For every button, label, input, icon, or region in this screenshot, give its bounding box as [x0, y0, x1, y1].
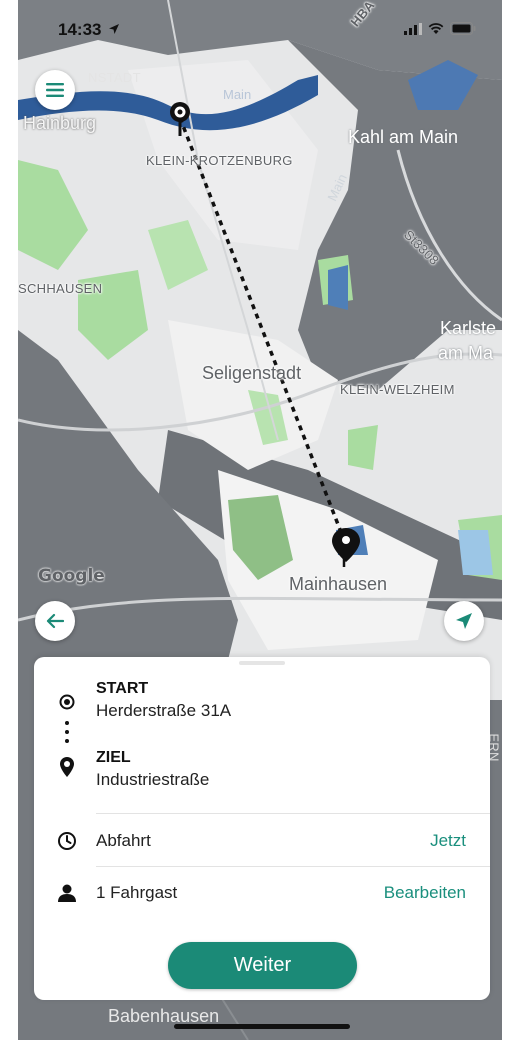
end-title: ZIEL: [96, 749, 131, 766]
app-screen: NSTADT Hainburg Main Kahl am Main KLEIN-…: [18, 0, 502, 1040]
home-indicator[interactable]: [174, 1024, 350, 1029]
departure-value-button[interactable]: Jetzt: [430, 831, 466, 851]
signal-icon: [404, 22, 422, 35]
back-button[interactable]: [35, 601, 75, 641]
location-pin-icon: [60, 757, 74, 777]
map-label-main-river: Main: [223, 87, 252, 102]
status-time: 14:33: [58, 20, 120, 40]
end-address[interactable]: Industriestraße: [96, 770, 209, 790]
passengers-label: 1 Fahrgast: [96, 883, 178, 902]
map-label-schhausen: SCHHAUSEN: [18, 281, 103, 296]
map-label-mainhausen: Mainhausen: [289, 574, 388, 594]
map-label-nstadt: NSTADT: [88, 70, 141, 85]
divider: [96, 813, 490, 814]
status-bar: 14:33: [18, 0, 502, 44]
map-label-karlste: Karlste: [440, 318, 497, 338]
map-label-hainburg: Hainburg: [23, 113, 97, 133]
wifi-icon: [428, 22, 444, 34]
arrow-left-icon: [46, 613, 64, 629]
departure-label: Abfahrt: [96, 831, 151, 850]
divider: [96, 866, 490, 867]
start-title: START: [96, 680, 149, 697]
locate-me-button[interactable]: [444, 601, 484, 641]
route-connector: [65, 721, 69, 743]
map-label-seligenstadt: Seligenstadt: [202, 363, 302, 383]
google-attribution: Google: [38, 566, 105, 586]
drag-handle[interactable]: [239, 661, 285, 665]
battery-icon: [450, 22, 476, 35]
map-label-klein-welzheim: KLEIN-WELZHEIM: [340, 382, 455, 397]
map-label-am-ma: am Ma: [438, 343, 494, 363]
location-arrow-icon: [109, 24, 120, 34]
start-address[interactable]: Herderstraße 31A: [96, 701, 231, 721]
continue-button[interactable]: Weiter: [168, 942, 357, 989]
menu-button[interactable]: [35, 70, 75, 110]
trip-card: START Herderstraße 31A ZIEL Industriestr…: [34, 657, 490, 1000]
edit-passengers-button[interactable]: Bearbeiten: [384, 883, 466, 903]
target-icon: [59, 694, 75, 710]
menu-icon: [46, 83, 64, 97]
map-label-kahl-am-main: Kahl am Main: [348, 127, 459, 147]
person-icon: [58, 884, 76, 902]
navigation-arrow-icon: [456, 613, 472, 629]
clock-icon: [58, 832, 76, 850]
status-icons: [404, 22, 476, 35]
map-label-klein-krotzenburg: KLEIN-KROTZENBURG: [146, 153, 293, 168]
